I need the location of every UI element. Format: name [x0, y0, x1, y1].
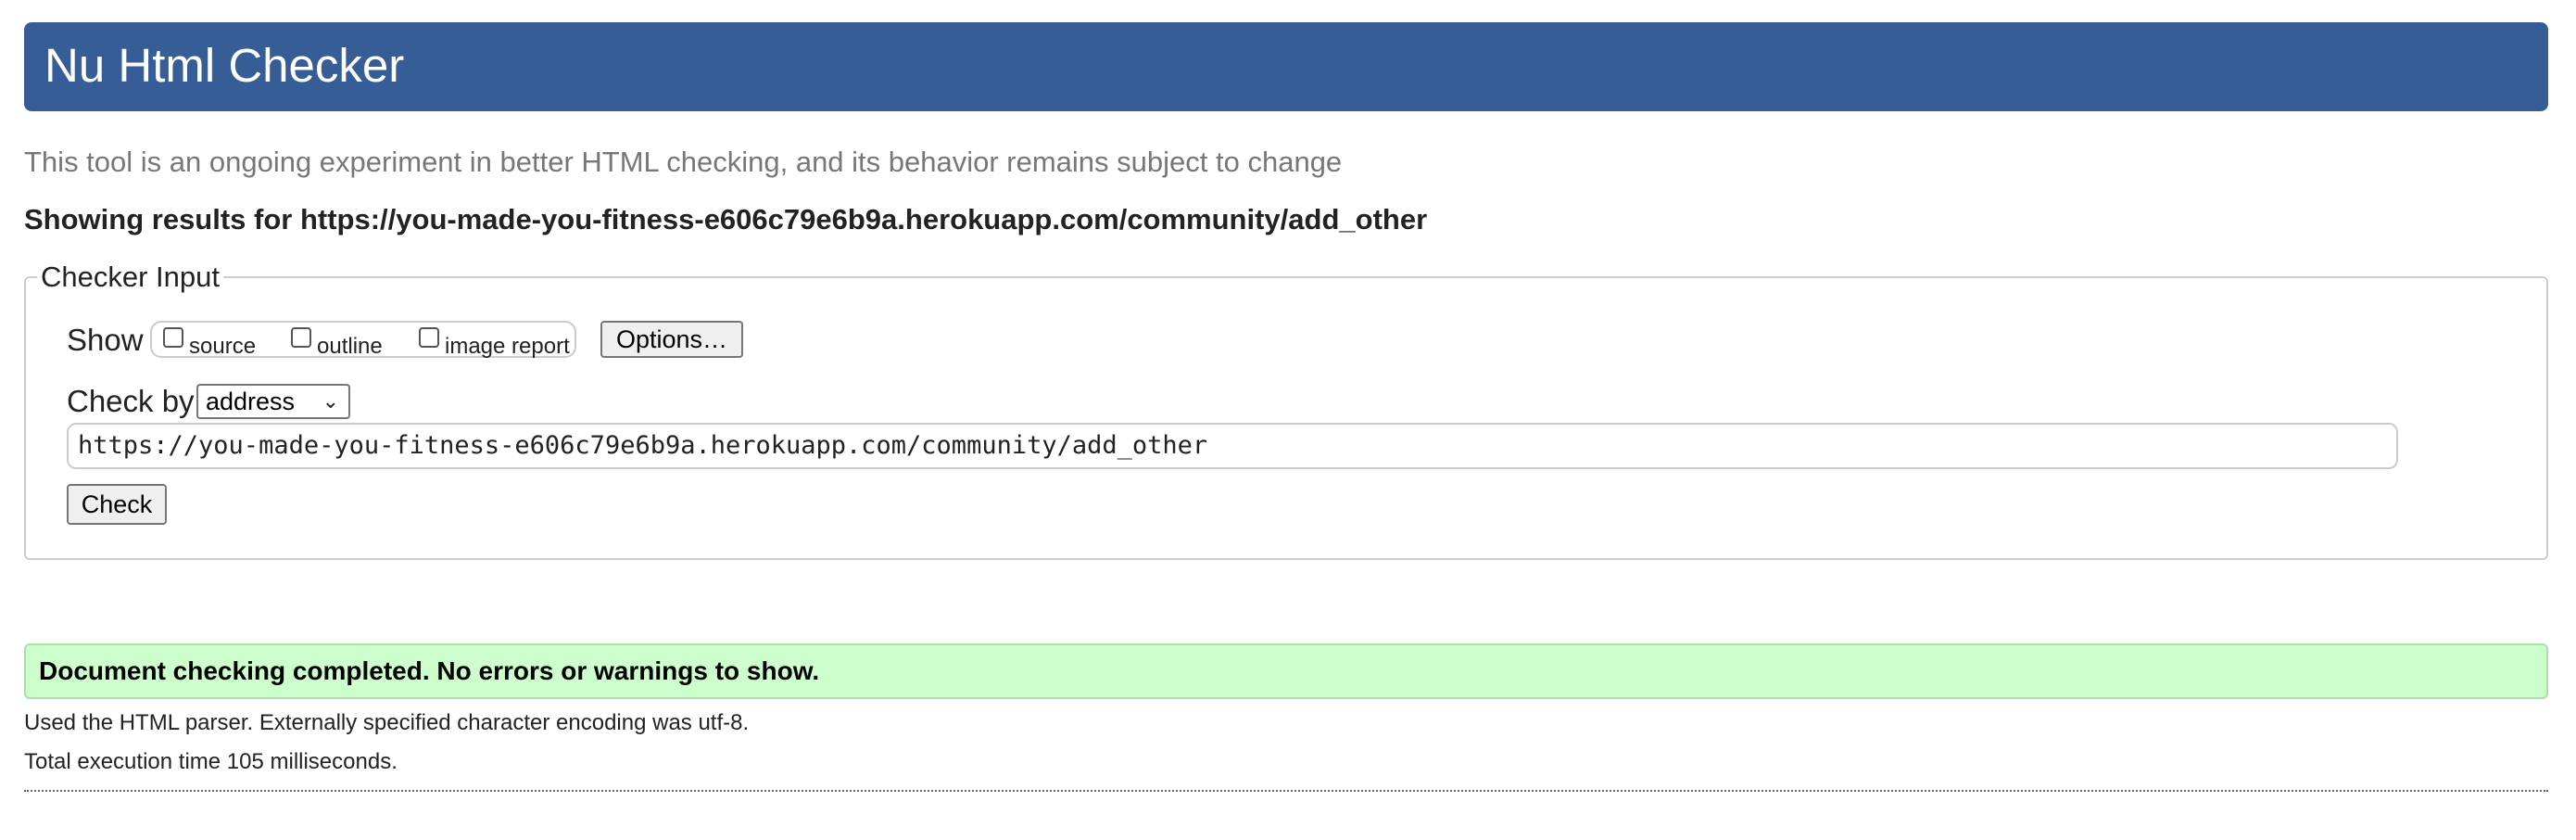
checker-input-fieldset — [24, 276, 2548, 560]
checker-input-legend: Checker Input — [37, 260, 223, 295]
image-report-checkbox[interactable] — [419, 327, 439, 348]
check-button[interactable]: Check — [67, 484, 167, 525]
show-options-group: source outline image report — [150, 321, 576, 359]
show-outline-option[interactable]: outline — [291, 326, 383, 359]
source-checkbox[interactable] — [163, 327, 183, 348]
outline-checkbox-label: outline — [317, 334, 383, 359]
show-label: Show — [67, 323, 144, 357]
page-header: Nu Html Checker — [24, 22, 2548, 111]
success-message-box: Document checking completed. No errors o… — [24, 643, 2548, 699]
options-button[interactable]: Options… — [600, 321, 743, 358]
url-input[interactable]: https://you-made-you-fitness-e606c79e6b9… — [67, 423, 2398, 469]
show-image-report-option[interactable]: image report — [419, 326, 570, 359]
check-by-label: Check by — [67, 384, 195, 418]
intro-subtitle: This tool is an ongoing experiment in be… — [24, 146, 1343, 178]
check-by-select[interactable]: address ⌄ — [196, 384, 350, 419]
chevron-down-icon: ⌄ — [322, 389, 339, 413]
image-report-checkbox-label: image report — [445, 334, 570, 359]
success-message: Document checking completed. No errors o… — [39, 656, 820, 685]
results-heading: Showing results for https://you-made-you… — [24, 203, 1428, 235]
execution-time: Total execution time 105 milliseconds. — [24, 749, 398, 774]
outline-checkbox[interactable] — [291, 327, 311, 348]
divider — [24, 790, 2548, 792]
check-by-selected-value: address — [206, 388, 296, 415]
page-title: Nu Html Checker — [44, 39, 405, 92]
source-checkbox-label: source — [189, 334, 257, 359]
show-source-option[interactable]: source — [163, 326, 257, 359]
parser-info: Used the HTML parser. Externally specifi… — [24, 710, 750, 735]
